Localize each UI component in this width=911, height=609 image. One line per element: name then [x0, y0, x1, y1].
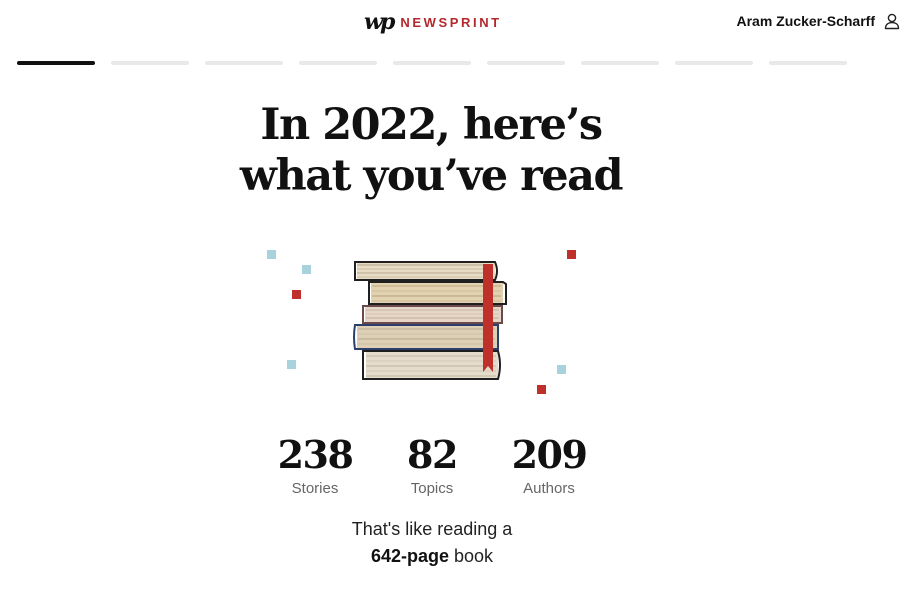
progress-segment[interactable]: [769, 61, 847, 65]
user-account[interactable]: Aram Zucker-Scharff: [737, 12, 902, 30]
stat-stories: 238 Stories: [260, 432, 370, 497]
summary-line-2: 642-page book: [260, 543, 604, 570]
year-in-review-page: wp NEWSPRINT Aram Zucker-Scharff In 2022…: [0, 0, 911, 609]
stat-value: 82: [407, 432, 458, 477]
book-stack-illustration: [250, 240, 590, 410]
brand-name: NEWSPRINT: [400, 14, 502, 30]
summary-suffix: book: [454, 546, 494, 566]
book-stack-icon: [267, 250, 576, 394]
wp-logo: wp: [364, 9, 395, 35]
progress-segment[interactable]: [393, 61, 471, 65]
progress-segment[interactable]: [205, 61, 283, 65]
reading-stats: 238 Stories 82 Topics 209 Authors: [260, 432, 604, 497]
stat-value: 238: [277, 432, 354, 477]
stat-label: Stories: [291, 480, 339, 497]
stat-topics: 82 Topics: [377, 432, 487, 497]
stat-authors: 209 Authors: [494, 432, 604, 497]
title-line-1: In 2022, here’s: [260, 100, 603, 150]
confetti: [537, 385, 546, 394]
confetti: [287, 360, 296, 369]
bookmark-ribbon: [483, 264, 493, 372]
confetti: [302, 265, 311, 274]
progress-segment[interactable]: [17, 61, 95, 65]
confetti: [557, 365, 566, 374]
progress-segment[interactable]: [675, 61, 753, 65]
title-line-2: what you’ve read: [239, 151, 624, 201]
page-count: 642-page: [370, 546, 449, 566]
user-name[interactable]: Aram Zucker-Scharff: [737, 13, 876, 29]
progress-segment[interactable]: [299, 61, 377, 65]
stat-label: Topics: [410, 480, 454, 497]
confetti: [267, 250, 276, 259]
stat-label: Authors: [523, 480, 575, 497]
progress-segment[interactable]: [581, 61, 659, 65]
person-icon[interactable]: [883, 12, 901, 30]
confetti: [292, 290, 301, 299]
reading-summary: That's like reading a 642-page book: [260, 516, 604, 570]
stat-value: 209: [511, 432, 588, 477]
progress-segment[interactable]: [111, 61, 189, 65]
top-bar: wp NEWSPRINT Aram Zucker-Scharff: [0, 0, 911, 44]
brand[interactable]: wp NEWSPRINT: [364, 10, 502, 34]
story-progress: [17, 61, 847, 65]
confetti: [567, 250, 576, 259]
page-title: In 2022, here’s what you’ve read: [200, 100, 662, 202]
progress-segment[interactable]: [487, 61, 565, 65]
summary-line-1: That's like reading a: [351, 519, 513, 539]
